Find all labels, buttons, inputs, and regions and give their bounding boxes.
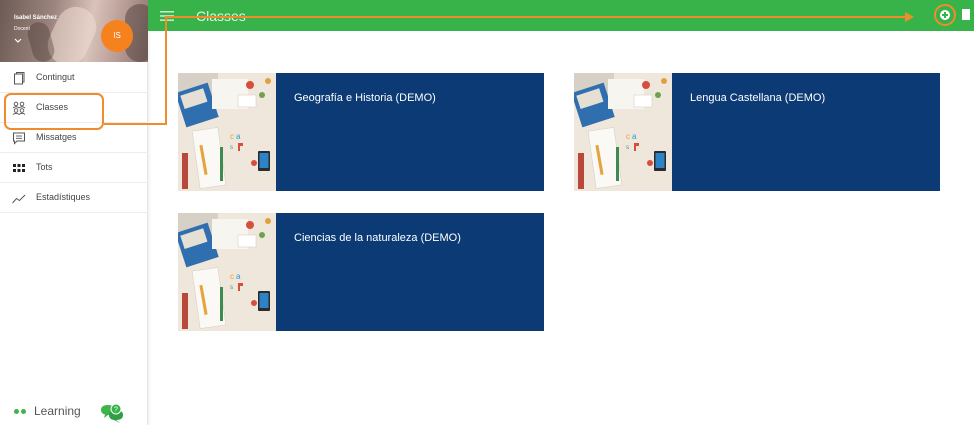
sidebar-item-contingut[interactable]: Contingut <box>0 63 148 93</box>
desk-image-icon: c a s <box>574 73 672 191</box>
top-bar: Classes <box>148 0 974 31</box>
class-thumbnail: c a s <box>178 73 276 191</box>
stats-icon <box>12 194 26 204</box>
svg-text:a: a <box>236 132 241 141</box>
class-title: Lengua Castellana (DEMO) <box>690 92 826 104</box>
svg-text:c: c <box>626 132 630 141</box>
svg-text:a: a <box>236 272 241 281</box>
svg-text:s: s <box>626 145 629 151</box>
svg-text:c: c <box>230 272 234 281</box>
brand-dots-icon <box>12 406 34 416</box>
hamburger-menu-icon[interactable] <box>160 10 174 22</box>
avatar[interactable]: IS <box>101 20 133 52</box>
class-card[interactable]: c a s Ciencias de la naturaleza (DEMO) <box>178 213 544 331</box>
sidebar: Isabel Sánchez Docent IS Contingut Class… <box>0 0 148 425</box>
plus-icon <box>940 10 950 20</box>
add-class-button[interactable] <box>934 4 956 26</box>
svg-text:s: s <box>230 285 233 291</box>
chat-help-icon[interactable]: ? <box>98 402 126 424</box>
desk-image-icon: c a s <box>178 73 276 191</box>
page-title: Classes <box>196 8 246 24</box>
sidebar-item-label: Contingut <box>36 72 75 82</box>
svg-text:a: a <box>632 132 637 141</box>
class-card[interactable]: c a s Lengua Castellana (DEMO) <box>574 73 940 191</box>
class-thumbnail: c a s <box>178 213 276 331</box>
profile-name: Isabel Sánchez <box>14 15 58 21</box>
profile-header[interactable]: Isabel Sánchez Docent IS <box>0 0 148 62</box>
chevron-down-icon[interactable] <box>14 37 22 45</box>
sidebar-item-estadistiques[interactable]: Estadístiques <box>0 183 148 213</box>
sidebar-menu: Contingut Classes Missatges Tots Estadís… <box>0 63 148 213</box>
brand-logo: Learning <box>12 404 81 418</box>
brand-label: Learning <box>34 404 81 418</box>
sidebar-item-tots[interactable]: Tots <box>0 153 148 183</box>
annotation-highlight-box <box>4 93 104 130</box>
document-icon <box>14 72 25 85</box>
svg-text:s: s <box>230 145 233 151</box>
chat-badge: ? <box>114 407 118 414</box>
options-icon[interactable] <box>962 9 970 20</box>
sidebar-item-label: Estadístiques <box>36 192 91 202</box>
class-thumbnail: c a s <box>574 73 672 191</box>
grid-icon <box>13 164 25 172</box>
sidebar-item-label: Tots <box>36 162 53 172</box>
desk-image-icon: c a s <box>178 213 276 331</box>
class-title: Ciencias de la naturaleza (DEMO) <box>294 232 461 244</box>
class-card[interactable]: c a s Geografía e Historia (DEMO) <box>178 73 544 191</box>
svg-text:c: c <box>230 132 234 141</box>
class-title: Geografía e Historia (DEMO) <box>294 92 436 104</box>
sidebar-item-label: Missatges <box>36 132 77 142</box>
profile-role: Docent <box>14 26 30 32</box>
message-icon <box>13 132 25 145</box>
